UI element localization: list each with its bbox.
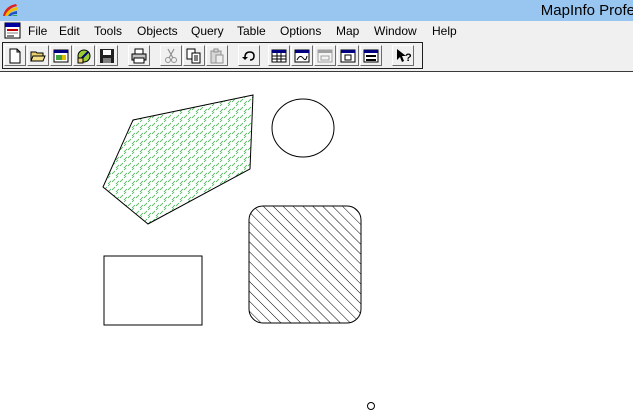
help-pointer-button[interactable]: ?	[392, 45, 414, 66]
map-point-symbol[interactable]	[367, 402, 375, 410]
paste-icon	[210, 48, 224, 64]
open-workspace-icon	[53, 49, 69, 63]
menu-window[interactable]: Window	[374, 24, 417, 38]
menu-map[interactable]: Map	[336, 24, 359, 38]
document-window-icon[interactable]	[4, 22, 21, 39]
mapinfo-app-icon[interactable]	[2, 2, 18, 18]
save-icon	[100, 49, 114, 63]
map-polygon[interactable]	[102, 94, 254, 225]
new-grapher-icon	[317, 49, 333, 63]
paste-button[interactable]	[206, 45, 228, 66]
menu-table[interactable]: Table	[237, 24, 266, 38]
menu-tools[interactable]: Tools	[94, 24, 122, 38]
undo-icon	[242, 51, 255, 61]
cut-icon	[165, 48, 177, 63]
new-mapper-icon	[294, 49, 310, 63]
new-table-button[interactable]	[4, 45, 26, 66]
title-bar: MapInfo Profe	[0, 0, 633, 21]
new-mapper-button[interactable]	[291, 45, 313, 66]
open-table-button[interactable]	[27, 45, 49, 66]
menu-objects[interactable]: Objects	[137, 24, 178, 38]
menu-help[interactable]: Help	[432, 24, 457, 38]
menu-file[interactable]: File	[28, 24, 47, 38]
new-document-icon	[9, 48, 21, 64]
map-rectangle[interactable]	[103, 255, 203, 326]
map-rounded-rectangle[interactable]	[248, 205, 362, 324]
print-icon	[131, 48, 147, 64]
new-layout-button[interactable]	[337, 45, 359, 66]
main-toolbar: ?	[0, 41, 633, 72]
copy-button[interactable]	[183, 45, 205, 66]
cut-button[interactable]	[160, 45, 182, 66]
menu-query[interactable]: Query	[191, 24, 224, 38]
map-window[interactable]	[0, 72, 633, 418]
new-redistrict-button[interactable]	[360, 45, 382, 66]
menu-edit[interactable]: Edit	[59, 24, 80, 38]
help-question-mark: ?	[405, 52, 412, 64]
window-title: MapInfo Profe	[540, 2, 633, 19]
print-button[interactable]	[128, 45, 150, 66]
menu-options[interactable]: Options	[280, 24, 321, 38]
save-button[interactable]	[96, 45, 118, 66]
undo-button[interactable]	[238, 45, 260, 66]
open-folder-icon	[30, 51, 46, 62]
new-grapher-button[interactable]	[314, 45, 336, 66]
open-dbms-button[interactable]	[73, 45, 95, 66]
map-canvas[interactable]	[0, 72, 633, 418]
open-workspace-button[interactable]	[50, 45, 72, 66]
open-dbms-table-icon	[77, 49, 91, 64]
menu-bar: File Edit Tools Objects Query Table Opti…	[0, 21, 633, 41]
new-redistrict-icon	[363, 49, 379, 63]
new-browser-icon	[271, 49, 287, 63]
map-ellipse[interactable]	[271, 98, 335, 158]
new-layout-icon	[340, 49, 356, 63]
new-browser-button[interactable]	[268, 45, 290, 66]
copy-icon	[186, 48, 201, 64]
help-pointer-icon: ?	[397, 49, 412, 64]
